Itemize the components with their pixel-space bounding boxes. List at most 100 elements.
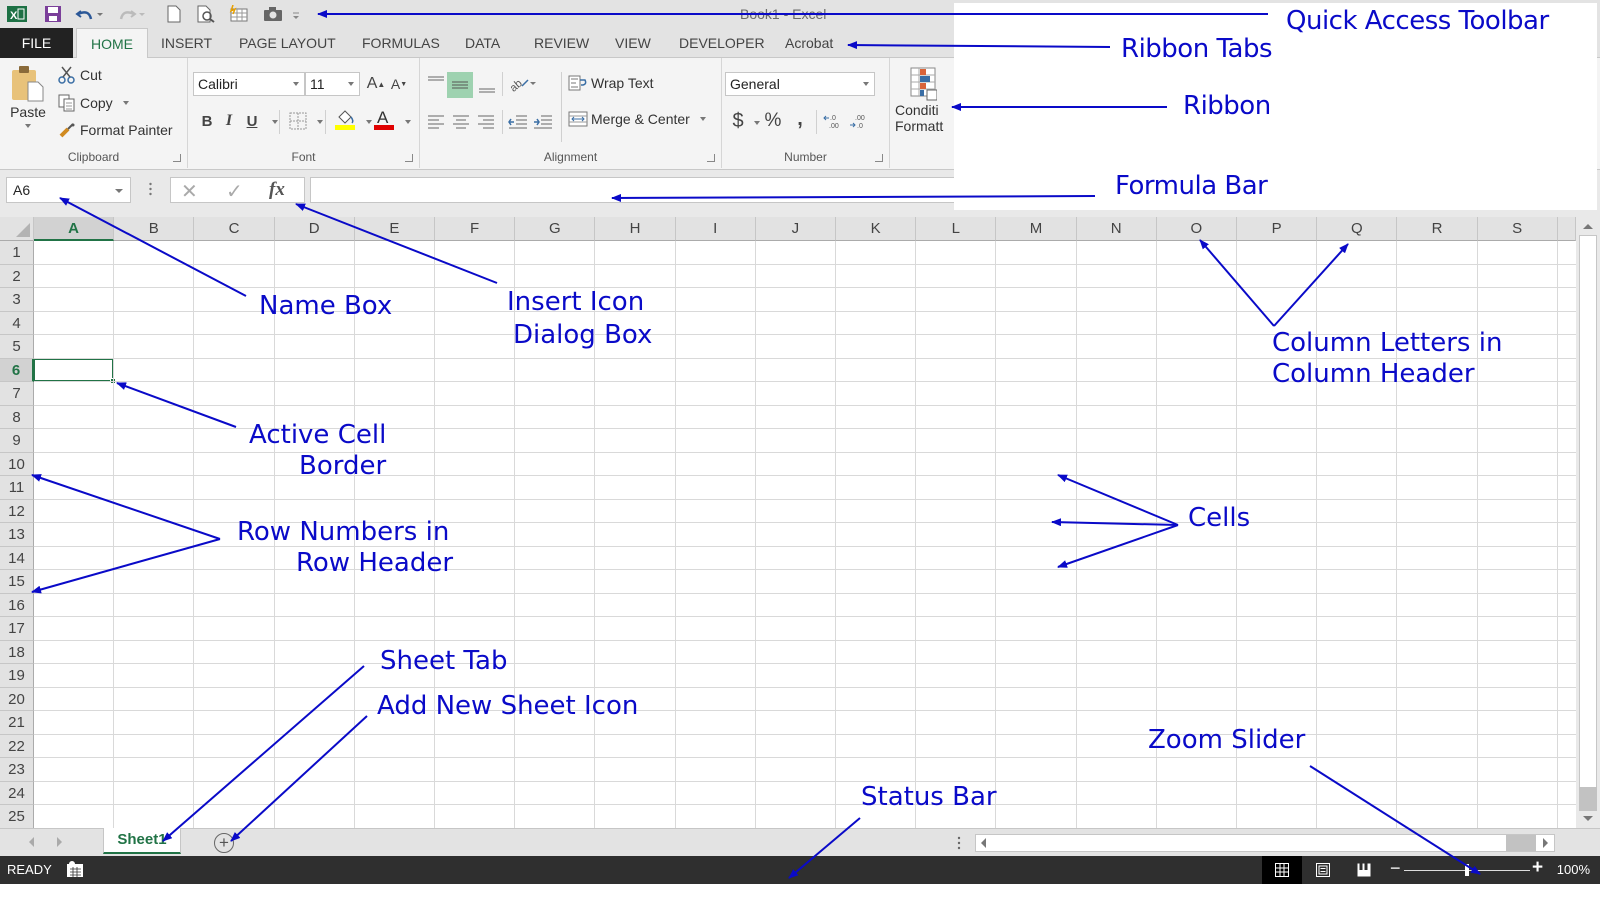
cut-button[interactable]: Cut — [58, 66, 102, 84]
tab-page-layout[interactable]: PAGE LAYOUT — [225, 28, 350, 58]
underline-button[interactable]: U — [241, 110, 263, 132]
next-sheet-icon[interactable] — [56, 837, 64, 847]
enter-icon[interactable]: ✓ — [226, 179, 243, 204]
save-icon[interactable] — [42, 3, 64, 25]
scroll-up-icon[interactable] — [1583, 223, 1593, 231]
name-box-dropdown-icon[interactable] — [115, 189, 123, 193]
column-header-i[interactable]: I — [675, 217, 756, 241]
row-header-2[interactable]: 2 — [0, 264, 34, 288]
column-header-m[interactable]: M — [996, 217, 1077, 241]
tab-file[interactable]: FILE — [0, 28, 73, 58]
tab-insert[interactable]: INSERT — [147, 28, 226, 58]
conditional-formatting-button[interactable]: Conditi Formatt — [890, 66, 954, 134]
row-header-15[interactable]: 15 — [0, 570, 34, 594]
accounting-dropdown-icon[interactable] — [754, 121, 760, 125]
percent-style-button[interactable]: % — [762, 110, 784, 132]
zoom-in-button[interactable]: + — [1532, 857, 1543, 879]
row-header-8[interactable]: 8 — [0, 405, 34, 429]
add-sheet-button[interactable]: + — [214, 833, 234, 853]
row-header-21[interactable]: 21 — [0, 711, 34, 735]
horizontal-scrollbar[interactable] — [975, 834, 1555, 852]
font-color-dropdown-icon[interactable] — [405, 120, 411, 124]
row-header-25[interactable]: 25 — [0, 805, 34, 829]
tab-view[interactable]: VIEW — [601, 28, 665, 58]
orientation-button[interactable]: ab — [508, 72, 538, 94]
bold-button[interactable]: B — [196, 110, 218, 132]
column-header-a[interactable]: A — [34, 217, 115, 241]
row-header-17[interactable]: 17 — [0, 617, 34, 641]
underline-dropdown-icon[interactable] — [272, 120, 278, 124]
paste-button[interactable]: Paste — [6, 64, 50, 144]
new-document-icon[interactable] — [165, 3, 183, 25]
column-header-h[interactable]: H — [595, 217, 676, 241]
row-header-24[interactable]: 24 — [0, 781, 34, 805]
row-header-4[interactable]: 4 — [0, 311, 34, 335]
customize-toolbar-icon[interactable] — [290, 3, 302, 25]
row-header-7[interactable]: 7 — [0, 382, 34, 406]
tab-developer[interactable]: DEVELOPER — [665, 28, 779, 58]
undo-icon[interactable] — [74, 3, 106, 25]
column-header-c[interactable]: C — [194, 217, 275, 241]
name-box[interactable]: A6 — [6, 177, 131, 203]
fill-color-button[interactable] — [334, 108, 356, 130]
page-layout-view-icon[interactable] — [1316, 863, 1330, 877]
paste-dropdown-icon[interactable] — [25, 124, 31, 128]
tab-formulas[interactable]: FORMULAS — [348, 28, 454, 58]
vertical-scroll-thumb[interactable] — [1579, 787, 1597, 811]
middle-align-button[interactable] — [447, 72, 473, 98]
copy-button[interactable]: Copy — [58, 94, 129, 112]
row-header-3[interactable]: 3 — [0, 288, 34, 312]
alignment-dialog-launcher-icon[interactable] — [707, 154, 715, 162]
font-size-select[interactable]: 11 — [305, 72, 360, 96]
clipboard-dialog-launcher-icon[interactable] — [173, 154, 181, 162]
row-header-9[interactable]: 9 — [0, 429, 34, 453]
insert-function-icon[interactable]: fx — [269, 179, 285, 201]
column-header-l[interactable]: L — [916, 217, 997, 241]
merge-center-dropdown-icon[interactable] — [699, 117, 706, 121]
fill-color-dropdown-icon[interactable] — [366, 120, 372, 124]
previous-sheet-icon[interactable] — [28, 837, 36, 847]
row-header-11[interactable]: 11 — [0, 476, 34, 500]
row-header-18[interactable]: 18 — [0, 640, 34, 664]
select-all-button[interactable] — [0, 217, 34, 241]
tab-review[interactable]: REVIEW — [520, 28, 603, 58]
quick-chart-icon[interactable] — [228, 3, 250, 25]
redo-icon[interactable] — [116, 3, 148, 25]
horizontal-scroll-thumb[interactable] — [1506, 835, 1536, 851]
accounting-format-button[interactable]: $ — [727, 110, 749, 132]
vertical-scrollbar[interactable] — [1576, 217, 1600, 828]
formula-bar-resize-handle[interactable] — [149, 182, 152, 196]
comma-style-button[interactable]: , — [789, 108, 811, 130]
wrap-text-button[interactable]: Wrap Text — [568, 74, 654, 92]
increase-decimal-button[interactable]: .0.00 — [822, 110, 844, 132]
row-header-13[interactable]: 13 — [0, 523, 34, 547]
tab-acrobat[interactable]: Acrobat — [771, 28, 847, 58]
bottom-align-button[interactable] — [476, 76, 498, 98]
sheet-tab-sheet1[interactable]: Sheet1 — [103, 828, 181, 854]
macro-recording-icon[interactable] — [66, 860, 84, 878]
print-preview-icon[interactable] — [196, 3, 218, 25]
column-header-e[interactable]: E — [354, 217, 435, 241]
italic-button[interactable]: I — [218, 110, 240, 132]
column-header-r[interactable]: R — [1397, 217, 1478, 241]
vertical-scroll-track[interactable] — [1579, 235, 1597, 811]
scroll-right-icon[interactable] — [1542, 838, 1550, 848]
decrease-indent-button[interactable] — [507, 110, 529, 132]
zoom-slider-thumb[interactable] — [1465, 864, 1469, 876]
cancel-icon[interactable]: ✕ — [181, 179, 198, 204]
decrease-font-size-button[interactable]: A ▼ — [388, 73, 410, 95]
row-header-16[interactable]: 16 — [0, 593, 34, 617]
scroll-down-icon[interactable] — [1583, 815, 1593, 823]
column-header-d[interactable]: D — [274, 217, 355, 241]
decrease-decimal-button[interactable]: .00.0 — [848, 110, 870, 132]
active-cell[interactable] — [34, 357, 115, 382]
camera-icon[interactable] — [262, 3, 284, 25]
borders-dropdown-icon[interactable] — [317, 120, 323, 124]
row-header-5[interactable]: 5 — [0, 335, 34, 359]
merge-center-button[interactable]: Merge & Center — [568, 110, 706, 128]
align-right-button[interactable] — [475, 110, 497, 132]
scroll-left-icon[interactable] — [980, 838, 988, 848]
align-center-button[interactable] — [450, 110, 472, 132]
column-header-b[interactable]: B — [114, 217, 195, 241]
zoom-level[interactable]: 100% — [1557, 862, 1590, 877]
